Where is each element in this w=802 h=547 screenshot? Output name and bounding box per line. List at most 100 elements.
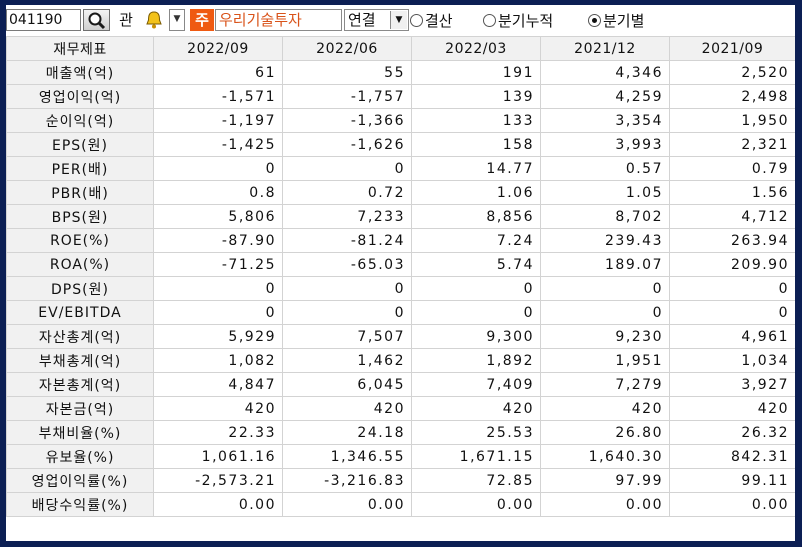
table-cell: 0 bbox=[282, 276, 412, 301]
table-row[interactable]: ROA(%) -71.25 -65.03 5.74 189.07 209.90 bbox=[6, 252, 795, 277]
table-cell: 2,498 bbox=[669, 84, 795, 109]
table-cell: 4,712 bbox=[669, 204, 795, 229]
row-label: 배당수익률(%) bbox=[6, 492, 154, 517]
radio-dot-selected[interactable] bbox=[588, 14, 601, 27]
table-cell: -87.90 bbox=[153, 228, 283, 253]
table-cell: 0 bbox=[153, 156, 283, 181]
table-cell: 26.80 bbox=[540, 420, 670, 445]
table-cell: 0 bbox=[540, 300, 670, 325]
table-cell: 0.72 bbox=[282, 180, 412, 205]
table-row[interactable]: 자본금(억) 420 420 420 420 420 bbox=[6, 396, 795, 421]
table-cell: 1,346.55 bbox=[282, 444, 412, 469]
table-cell: 4,346 bbox=[540, 60, 670, 85]
financial-panel: 041190 관 ▼ 주 우리기술투자 연결 ▼ 결산 분기누적 분기별 재무제… bbox=[6, 5, 795, 541]
table-cell: 4,961 bbox=[669, 324, 795, 349]
table-cell: 26.32 bbox=[669, 420, 795, 445]
row-label: 영업이익률(%) bbox=[6, 468, 154, 493]
radio-annual[interactable]: 결산 bbox=[410, 11, 453, 31]
corner-header: 재무제표 bbox=[6, 36, 154, 61]
interest-button[interactable]: 관 bbox=[113, 9, 139, 31]
table-row[interactable]: BPS(원) 5,806 7,233 8,856 8,702 4,712 bbox=[6, 204, 795, 229]
row-label: 순이익(억) bbox=[6, 108, 154, 133]
table-cell: 420 bbox=[669, 396, 795, 421]
financial-table: 재무제표 2022/09 2022/06 2022/03 2021/12 202… bbox=[6, 36, 795, 517]
search-button[interactable] bbox=[83, 9, 110, 31]
table-row[interactable]: 부채비율(%) 22.33 24.18 25.53 26.80 26.32 bbox=[6, 420, 795, 445]
table-cell: 4,259 bbox=[540, 84, 670, 109]
table-cell: 1,950 bbox=[669, 108, 795, 133]
table-row[interactable]: 부채총계(억) 1,082 1,462 1,892 1,951 1,034 bbox=[6, 348, 795, 373]
table-cell: 1,082 bbox=[153, 348, 283, 373]
table-cell: 0.00 bbox=[540, 492, 670, 517]
table-cell: 8,702 bbox=[540, 204, 670, 229]
table-cell: 0.8 bbox=[153, 180, 283, 205]
table-cell: 0.57 bbox=[540, 156, 670, 181]
table-row[interactable]: PBR(배) 0.8 0.72 1.06 1.05 1.56 bbox=[6, 180, 795, 205]
company-name-field[interactable]: 우리기술투자 bbox=[215, 9, 342, 31]
stock-code-input[interactable]: 041190 bbox=[6, 9, 81, 31]
radio-dot[interactable] bbox=[410, 14, 423, 27]
radio-dot[interactable] bbox=[483, 14, 496, 27]
row-label: 부채비율(%) bbox=[6, 420, 154, 445]
table-cell: 7,279 bbox=[540, 372, 670, 397]
table-cell: 2,520 bbox=[669, 60, 795, 85]
table-cell: 1,892 bbox=[411, 348, 541, 373]
table-cell: 0 bbox=[282, 156, 412, 181]
table-row[interactable]: 유보율(%) 1,061.16 1,346.55 1,671.15 1,640.30 84… bbox=[6, 444, 795, 469]
column-header[interactable]: 2022/06 bbox=[282, 36, 412, 61]
table-cell: 842.31 bbox=[669, 444, 795, 469]
table-cell: 9,230 bbox=[540, 324, 670, 349]
table-cell: 263.94 bbox=[669, 228, 795, 253]
table-row[interactable]: 자본총계(억) 4,847 6,045 7,409 7,279 3,927 bbox=[6, 372, 795, 397]
table-cell: -1,626 bbox=[282, 132, 412, 157]
table-row[interactable]: DPS(원) 0 0 0 0 0 bbox=[6, 276, 795, 301]
table-row[interactable]: 자산총계(억) 5,929 7,507 9,300 9,230 4,961 bbox=[6, 324, 795, 349]
row-label: 영업이익(억) bbox=[6, 84, 154, 109]
table-cell: 420 bbox=[153, 396, 283, 421]
table-cell: 1,034 bbox=[669, 348, 795, 373]
table-cell: 420 bbox=[282, 396, 412, 421]
row-label: 부채총계(억) bbox=[6, 348, 154, 373]
table-cell: 189.07 bbox=[540, 252, 670, 277]
column-header[interactable]: 2022/09 bbox=[153, 36, 283, 61]
column-header[interactable]: 2021/09 bbox=[669, 36, 795, 61]
table-row[interactable]: 배당수익률(%) 0.00 0.00 0.00 0.00 0.00 bbox=[6, 492, 795, 517]
table-cell: 420 bbox=[540, 396, 670, 421]
row-label: 자산총계(억) bbox=[6, 324, 154, 349]
table-row[interactable]: EV/EBITDA 0 0 0 0 0 bbox=[6, 300, 795, 325]
column-header[interactable]: 2021/12 bbox=[540, 36, 670, 61]
table-row[interactable]: 영업이익(억) -1,571 -1,757 139 4,259 2,498 bbox=[6, 84, 795, 109]
row-label: EV/EBITDA bbox=[6, 300, 154, 325]
alert-dropdown[interactable]: ▼ bbox=[169, 9, 185, 31]
alert-button[interactable] bbox=[142, 9, 166, 31]
stock-type-badge: 주 bbox=[190, 9, 214, 31]
table-cell: 0 bbox=[669, 276, 795, 301]
column-header[interactable]: 2022/03 bbox=[411, 36, 541, 61]
radio-quarter-cumulative[interactable]: 분기누적 bbox=[483, 11, 553, 31]
row-label: 자본총계(억) bbox=[6, 372, 154, 397]
table-cell: 3,927 bbox=[669, 372, 795, 397]
table-row[interactable]: 영업이익률(%) -2,573.21 -3,216.83 72.85 97.99 99.1… bbox=[6, 468, 795, 493]
table-row[interactable]: 매출액(억) 61 55 191 4,346 2,520 bbox=[6, 60, 795, 85]
consolidation-select[interactable]: 연결 ▼ bbox=[344, 9, 409, 31]
table-cell: 99.11 bbox=[669, 468, 795, 493]
radio-quarterly[interactable]: 분기별 bbox=[588, 11, 644, 31]
table-row[interactable]: PER(배) 0 0 14.77 0.57 0.79 bbox=[6, 156, 795, 181]
table-cell: 61 bbox=[153, 60, 283, 85]
table-cell: 72.85 bbox=[411, 468, 541, 493]
row-label: PER(배) bbox=[6, 156, 154, 181]
table-cell: 2,321 bbox=[669, 132, 795, 157]
radio-quarter-cumulative-label: 분기누적 bbox=[498, 12, 554, 30]
table-row[interactable]: 순이익(억) -1,197 -1,366 133 3,354 1,950 bbox=[6, 108, 795, 133]
table-row[interactable]: ROE(%) -87.90 -81.24 7.24 239.43 263.94 bbox=[6, 228, 795, 253]
row-label: PBR(배) bbox=[6, 180, 154, 205]
table-cell: 6,045 bbox=[282, 372, 412, 397]
table-cell: -81.24 bbox=[282, 228, 412, 253]
table-cell: 1,671.15 bbox=[411, 444, 541, 469]
table-cell: 209.90 bbox=[669, 252, 795, 277]
table-cell: -1,197 bbox=[153, 108, 283, 133]
table-row[interactable]: EPS(원) -1,425 -1,626 158 3,993 2,321 bbox=[6, 132, 795, 157]
table-cell: 24.18 bbox=[282, 420, 412, 445]
table-cell: 420 bbox=[411, 396, 541, 421]
chevron-down-icon[interactable]: ▼ bbox=[390, 11, 407, 29]
